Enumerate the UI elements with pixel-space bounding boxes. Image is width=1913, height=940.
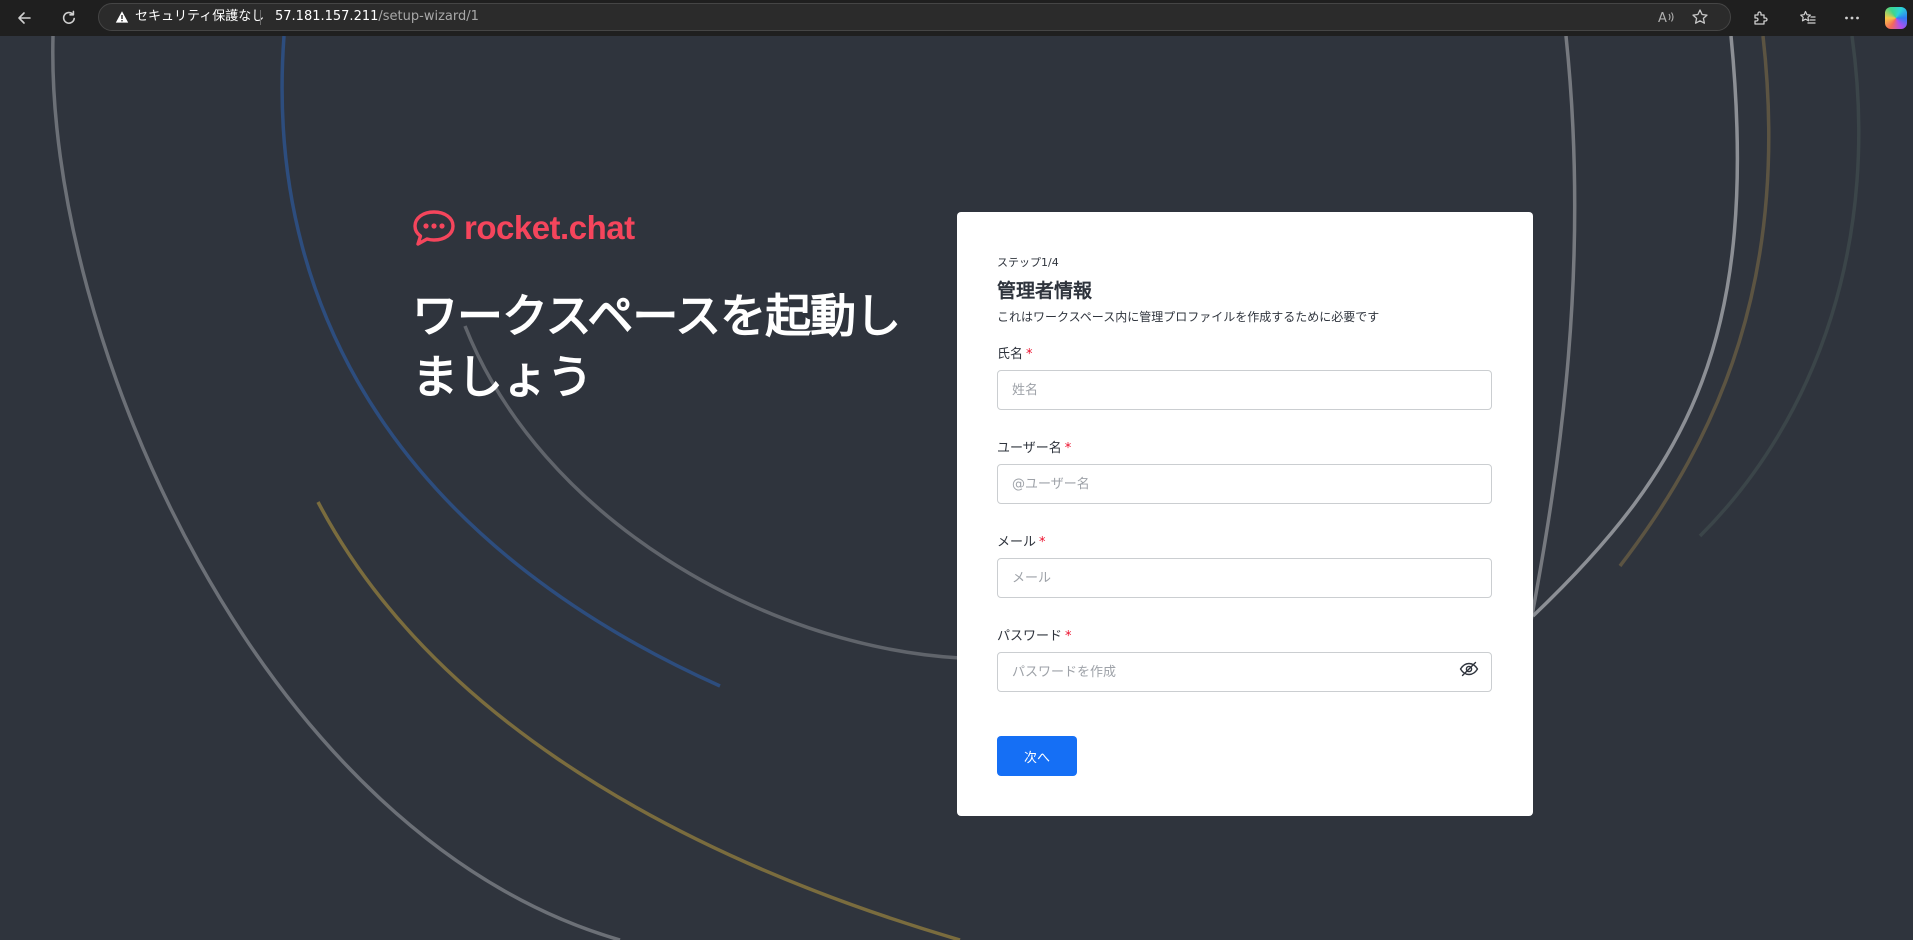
brand-name: rocket.chat	[464, 209, 635, 246]
email-label: メール *	[997, 534, 1492, 552]
required-asterisk: *	[1064, 441, 1072, 456]
required-asterisk: *	[1065, 629, 1072, 644]
full-name-label: 氏名 *	[997, 346, 1492, 364]
security-indicator[interactable]: セキュリティ保護なし	[115, 9, 264, 25]
password-label: パスワード *	[997, 628, 1492, 646]
browser-toolbar: セキュリティ保護なし 57.181.157.211/setup-wizard/1…	[0, 0, 1913, 36]
eye-off-icon[interactable]	[1459, 661, 1479, 677]
step-indicator: ステップ1/4	[997, 256, 1059, 269]
required-asterisk: *	[1039, 535, 1046, 550]
password-field: パスワード *	[997, 628, 1492, 692]
email-input[interactable]	[997, 558, 1492, 598]
form-title: 管理者情報	[997, 280, 1093, 302]
rocket-chat-logo: rocket.chat	[412, 208, 635, 248]
url-path: /setup-wizard/1	[378, 9, 479, 24]
password-input[interactable]	[997, 652, 1492, 692]
username-label: ユーザー名 *	[997, 440, 1492, 458]
url-text[interactable]: 57.181.157.211/setup-wizard/1	[275, 9, 479, 25]
read-aloud-icon[interactable]: A	[1655, 6, 1677, 28]
address-bar[interactable]: セキュリティ保護なし 57.181.157.211/setup-wizard/1…	[98, 3, 1731, 31]
warning-icon	[115, 11, 129, 23]
full-name-label-text: 氏名	[997, 347, 1024, 362]
email-field: メール *	[997, 534, 1492, 598]
url-host: 57.181.157.211	[275, 9, 379, 24]
form-description: これはワークスペース内に管理プロファイルを作成するために必要です	[997, 310, 1380, 324]
rocket-chat-logo-icon	[413, 210, 455, 246]
back-icon[interactable]	[12, 6, 36, 30]
copilot-icon[interactable]	[1885, 7, 1907, 29]
required-asterisk: *	[1026, 347, 1033, 362]
password-label-text: パスワード	[997, 629, 1063, 644]
username-input[interactable]	[997, 464, 1492, 504]
favorites-list-icon[interactable]	[1796, 6, 1820, 30]
more-icon[interactable]	[1840, 6, 1864, 30]
extensions-icon[interactable]	[1748, 6, 1772, 30]
full-name-input[interactable]	[997, 370, 1492, 410]
security-label: セキュリティ保護なし	[135, 9, 265, 24]
setup-form-card: ステップ1/4 管理者情報 これはワークスペース内に管理プロファイルを作成するた…	[957, 212, 1533, 816]
setup-wizard-page: rocket.chat ワークスペースを起動しましょう ステップ1/4 管理者情…	[0, 36, 1913, 940]
username-label-text: ユーザー名	[997, 441, 1062, 456]
hero-title: ワークスペースを起動しましょう	[412, 289, 901, 404]
username-field: ユーザー名 *	[997, 440, 1492, 504]
address-divider	[260, 10, 261, 25]
next-button[interactable]: 次へ	[997, 736, 1077, 776]
svg-text:A: A	[1658, 11, 1667, 25]
full-name-field: 氏名 *	[997, 346, 1492, 410]
favorite-star-icon[interactable]	[1689, 6, 1711, 28]
email-label-text: メール	[997, 535, 1037, 550]
reload-icon[interactable]	[57, 6, 81, 30]
